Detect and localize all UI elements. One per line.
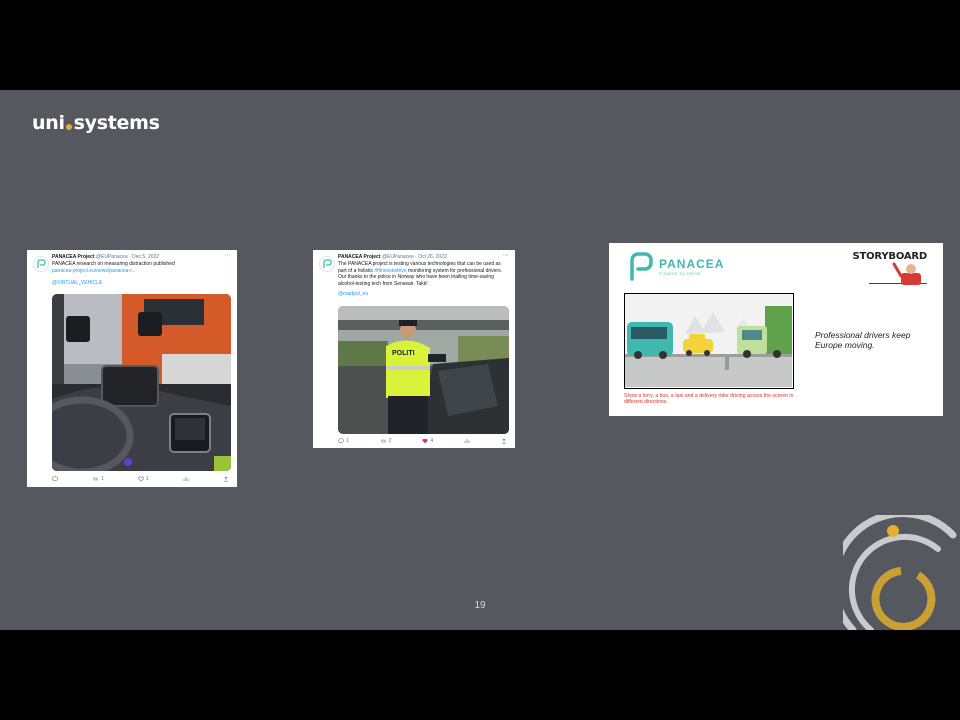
tweet-card-distraction[interactable]: ··· PANACEA Project @EUPanacea · Dec 5, … (27, 250, 237, 487)
page-number: 19 (474, 600, 486, 611)
slide: uni systems ··· PANACEA Project @EUPanace… (0, 90, 960, 630)
avatar[interactable] (33, 256, 49, 272)
retweet-icon (380, 439, 386, 443)
reply-count: 1 (346, 438, 349, 444)
panacea-logo-icon (630, 252, 653, 281)
panacea-logo-icon (323, 259, 332, 268)
hashtag-link[interactable]: #fitnesstodrive (374, 268, 406, 274)
reply-button[interactable] (52, 476, 58, 483)
uni-systems-logo: uni systems (32, 112, 160, 134)
like-icon (422, 439, 428, 444)
vest-politi-text: POLITI (392, 350, 415, 357)
share-icon (224, 476, 228, 482)
tweet-photo-truck-cab[interactable] (52, 294, 231, 471)
logo-text-uni: uni (32, 112, 65, 134)
decorative-rings (843, 515, 957, 630)
tweet-actions: 1 1 (52, 476, 229, 483)
tweet-text: The PANACEA project is testing various t… (338, 261, 509, 287)
police-check-photo: POLITI (338, 306, 509, 434)
tweet-author-name[interactable]: PANACEA Project (52, 254, 95, 260)
tweet-handle-date: @EUPanacea · Oct 26, 2022 (381, 254, 447, 260)
reply-button[interactable]: 1 (338, 438, 349, 445)
retweet-button[interactable]: 2 (380, 438, 392, 445)
like-icon (138, 476, 144, 482)
analytics-button[interactable] (183, 476, 189, 483)
analytics-icon (464, 439, 470, 444)
avatar[interactable] (319, 256, 335, 272)
tweet-card-alcohol-testing[interactable]: ··· PANACEA Project @EUPanacea · Oct 26,… (313, 250, 515, 448)
more-options-icon[interactable]: ··· (502, 252, 509, 260)
analytics-icon (183, 477, 189, 482)
like-count: 1 (146, 476, 149, 482)
tweet-photo-police-check[interactable]: POLITI (338, 306, 509, 434)
tweet-header: PANACEA Project @EUPanacea · Dec 5, 2022 (52, 254, 223, 261)
share-button[interactable] (223, 476, 229, 483)
storyboard-direction-note: Show a lorry, a bus, a taxi and a delive… (624, 393, 794, 405)
like-button[interactable]: 4 (422, 438, 433, 445)
reply-icon (338, 438, 344, 444)
tweet-mention[interactable]: @VIRTUAL_VEHICLE (52, 280, 231, 287)
tweet-actions: 1 2 4 (338, 438, 507, 445)
share-button[interactable] (501, 438, 507, 445)
tweet-handle-date: @EUPanacea · Dec 5, 2022 (95, 254, 160, 260)
truck-cab-photo (52, 294, 231, 471)
like-count: 4 (430, 438, 434, 444)
tweet-body: The PANACEA project is testing various t… (338, 261, 509, 298)
share-icon (501, 438, 506, 444)
analytics-button[interactable] (464, 438, 470, 445)
like-button[interactable]: 1 (138, 476, 149, 483)
tweet-mention[interactable]: @roadpol_eu (338, 291, 509, 298)
storyboard-frame (624, 293, 794, 389)
panacea-tagline: FITNESS TO DRIVE (659, 272, 701, 276)
more-options-icon[interactable]: ··· (224, 252, 231, 260)
tweet-header: PANACEA Project @EUPanacea · Oct 26, 202… (338, 254, 501, 261)
retweet-button[interactable]: 1 (92, 476, 104, 483)
storyboard-caption: Professional drivers keep Europe moving. (815, 330, 911, 350)
retweet-count: 1 (101, 476, 104, 482)
tweet-author-name[interactable]: PANACEA Project (338, 254, 381, 260)
tweet-link[interactable]: panacea-project.eu/news/panacea-r... (52, 268, 231, 275)
retweet-count: 2 (388, 438, 392, 444)
presenter-illustration (892, 262, 921, 285)
traffic-illustration (625, 294, 792, 387)
panacea-brand-name: PANACEA (659, 257, 725, 271)
logo-dot (65, 124, 72, 130)
logo-text-systems: systems (73, 112, 160, 134)
panacea-logo-icon (37, 259, 46, 268)
reply-icon (52, 476, 58, 482)
storyboard-card[interactable]: PANACEA FITNESS TO DRIVE STORYBOARD Prof… (609, 243, 943, 416)
tweet-body: PANACEA research on measuring distractio… (52, 261, 231, 287)
retweet-icon (93, 477, 99, 481)
